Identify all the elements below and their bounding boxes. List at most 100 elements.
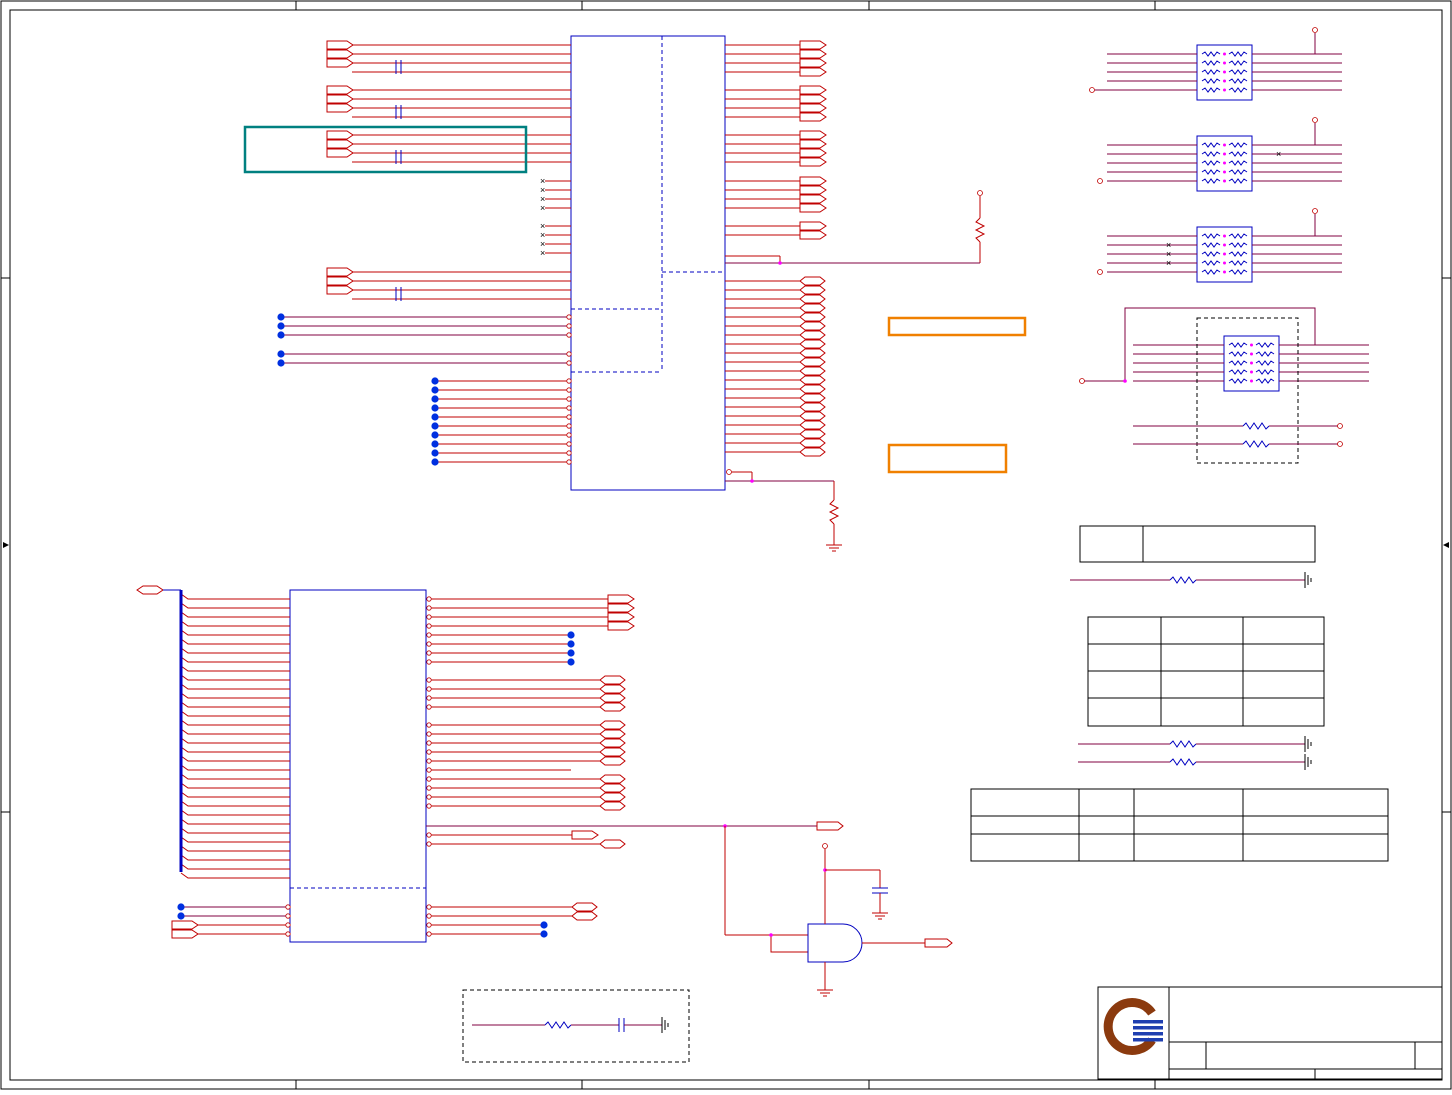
company-logo-icon [1103,998,1163,1055]
bidir-port [799,339,826,349]
resistor-element [1201,87,1221,93]
pin-bubble [566,441,572,447]
bidir-port [599,675,626,685]
port-flag [171,920,199,930]
rnet-node [1223,79,1226,83]
net-connector [431,422,439,430]
pin-bubble [426,731,432,737]
port-flag [326,130,354,140]
resistor-element [1228,51,1248,57]
port-flag [799,40,827,50]
port-flag [799,230,827,240]
bus-entry-wire [180,719,290,726]
bidir-port [799,384,826,394]
rnet-node [1223,243,1226,247]
pin-bubble [426,695,432,701]
resistor-element [1201,142,1221,148]
pin-bubble [566,351,572,357]
power-pin [1097,178,1103,184]
bidir-port [799,285,826,295]
port-flag [326,94,354,104]
resistor-element [1201,242,1221,248]
net-connector [431,377,439,385]
port-flag [799,49,827,59]
resistor-element [1255,342,1275,348]
pin-bubble [566,387,572,393]
resistor-element [1228,269,1248,275]
table-mid [1087,616,1325,727]
power-pin [1312,208,1318,214]
pin-bubble [426,749,432,755]
port-flag [799,139,827,149]
bidir-port [799,357,826,367]
bus-entry-wire [180,620,290,627]
bidir-port [599,839,626,849]
bidir-port [599,693,626,703]
nc-mark: × [540,248,545,258]
port-flag [799,185,827,195]
rnet-node [1250,343,1253,347]
bidir-port [599,720,626,730]
ic-main-top [570,35,726,491]
resistor-networks: ×××× [1089,27,1369,392]
table-small [1079,525,1316,563]
nc-mark: × [1166,258,1171,268]
resistor-element [1228,87,1248,93]
pin-bubble [566,378,572,384]
sheet-frame [0,0,1452,1090]
bus-entry-wire [180,773,290,780]
rnet-node [1250,361,1253,365]
port-flag [171,929,199,939]
port-flag [799,157,827,167]
port-flag [799,148,827,158]
port-flag [326,267,354,277]
nc-mark: × [540,203,545,213]
resistor-element [1228,342,1248,348]
net-connector [277,331,285,339]
port-flag [607,621,635,631]
port-flag [799,85,827,95]
pin-bubble [285,913,291,919]
bus-entry-wire [180,593,290,600]
net-connector [177,912,185,920]
net-connector [431,440,439,448]
nc-mark: × [1276,149,1281,159]
resistor-element [1201,233,1221,239]
resistor-element [1228,69,1248,75]
pin-bubble [285,931,291,937]
port-flag [799,94,827,104]
power-pin [1097,269,1103,275]
bus-entry-wire [180,827,290,834]
schematic-sheet: × × × × × × × × × × × × [0,0,1452,1090]
bidir-port [799,321,826,331]
bus-entry-wire [180,863,290,870]
rnet-node [1223,143,1226,147]
port-flag [799,58,827,68]
bidir-port [799,438,826,448]
resistor-element [1228,160,1248,166]
pin-bubble [426,922,432,928]
bus-entry-wire [180,818,290,825]
bidir-port [599,783,626,793]
pin-bubble [426,704,432,710]
port-flag [326,148,354,158]
port-flag [326,139,354,149]
port-flag [799,103,827,113]
bidir-port [799,294,826,304]
resistor-element [1201,160,1221,166]
pin-bubble [426,659,432,665]
bidir-port [799,402,826,412]
bus-entry-wire [180,737,290,744]
port-flag [799,67,827,77]
bus-entry-wire [180,701,290,708]
bus-entry-wire [180,809,290,816]
bidir-port [799,420,826,430]
highlight-box-orange-1 [887,316,1027,337]
rnet-node [1223,179,1226,183]
resistor-element [1201,251,1221,257]
resistor-element [1201,269,1221,275]
net-connector [431,431,439,439]
pin-bubble [426,904,432,910]
power-pin [1312,27,1318,33]
bus-entry-wire [180,674,290,681]
